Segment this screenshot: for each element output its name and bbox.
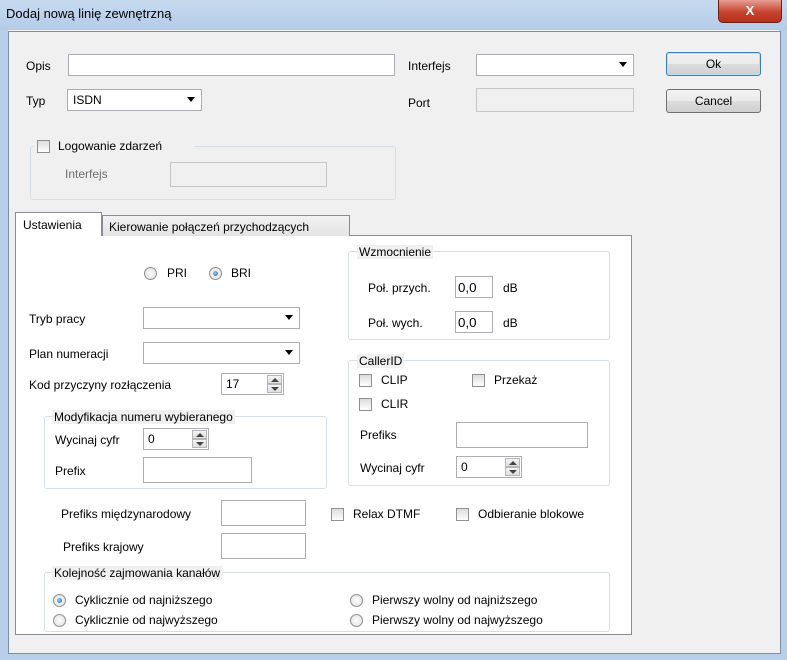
chevron-down-icon: [619, 62, 627, 67]
cid-wycinaj-value: 0: [461, 460, 468, 474]
order-cyclic-low-radio[interactable]: [53, 594, 66, 607]
interfejs-select[interactable]: [476, 54, 634, 76]
relax-dtmf-checkbox[interactable]: [331, 508, 344, 521]
logging-checkbox[interactable]: [37, 140, 50, 153]
mod-wycinaj-label: Wycinaj cyfr: [55, 433, 120, 447]
gain-in-input[interactable]: [455, 276, 493, 298]
spin-down-icon[interactable]: [505, 467, 520, 476]
cid-wycinaj-label: Wycinaj cyfr: [360, 461, 425, 475]
cid-prefiks-label: Prefiks: [360, 428, 397, 442]
clip-label: CLIP: [381, 373, 408, 387]
pri-radio[interactable]: [144, 267, 157, 280]
kod-spinner[interactable]: 17: [221, 373, 284, 395]
tryb-select[interactable]: [143, 307, 300, 329]
typ-label: Typ: [26, 94, 46, 108]
gain-out-unit: dB: [503, 316, 518, 330]
channel-order-legend: Kolejność zajmowania kanałów: [52, 566, 223, 580]
order-first-low-radio[interactable]: [350, 594, 363, 607]
typ-value: ISDN: [73, 93, 102, 107]
nat-prefix-input[interactable]: [221, 533, 306, 559]
logging-interfejs-label: Interfejs: [65, 167, 108, 181]
przekaz-checkbox[interactable]: [472, 374, 485, 387]
clir-label: CLIR: [381, 397, 409, 411]
plan-select[interactable]: [143, 342, 300, 364]
kod-label: Kod przyczyny rozłączenia: [29, 378, 172, 392]
logging-label: Logowanie zdarzeń: [58, 139, 163, 153]
mod-wycinaj-value: 0: [148, 432, 155, 446]
mod-prefix-label: Prefix: [55, 464, 86, 478]
mod-prefix-input[interactable]: [143, 457, 252, 483]
tab-ustawienia-label: Ustawienia: [23, 218, 82, 232]
bri-label: BRI: [231, 266, 252, 280]
ok-button[interactable]: Ok: [666, 52, 761, 76]
port-label: Port: [408, 96, 431, 110]
callerid-legend: CallerID: [357, 354, 405, 368]
clip-checkbox[interactable]: [359, 374, 372, 387]
cid-wycinaj-spinner[interactable]: 0: [456, 456, 522, 478]
logging-interfejs-input[interactable]: [170, 162, 327, 187]
tryb-label: Tryb pracy: [29, 312, 86, 326]
bri-radio[interactable]: [209, 267, 222, 280]
block-receive-checkbox[interactable]: [456, 508, 469, 521]
block-receive-label: Odbieranie blokowe: [478, 507, 585, 521]
clir-checkbox[interactable]: [359, 398, 372, 411]
order-first-high-label: Pierwszy wolny od najwyższego: [372, 613, 543, 627]
chevron-down-icon: [187, 97, 195, 102]
tab-kierowanie-label: Kierowanie połączeń przychodzących: [109, 220, 310, 234]
mod-wycinaj-spinner[interactable]: 0: [143, 428, 209, 450]
spin-up-icon[interactable]: [267, 375, 282, 384]
order-first-low-label: Pierwszy wolny od najniższego: [372, 593, 538, 607]
tab-ustawienia[interactable]: Ustawienia: [15, 212, 102, 236]
przekaz-label: Przekaż: [494, 373, 538, 387]
order-first-high-radio[interactable]: [350, 614, 363, 627]
port-input[interactable]: [476, 88, 634, 112]
window-title: Dodaj nową linię zewnętrzną: [6, 6, 172, 21]
nat-prefix-label: Prefiks krajowy: [63, 540, 144, 554]
interfejs-label: Interfejs: [408, 59, 451, 73]
intl-prefix-input[interactable]: [221, 500, 306, 526]
intl-prefix-label: Prefiks międzynarodowy: [61, 507, 192, 521]
order-cyclic-high-label: Cyklicznie od najwyższego: [75, 613, 218, 627]
opis-input[interactable]: [68, 54, 395, 76]
opis-label: Opis: [26, 59, 51, 73]
typ-select[interactable]: ISDN: [67, 89, 202, 111]
gain-out-input[interactable]: [455, 311, 493, 333]
cancel-button[interactable]: Cancel: [666, 89, 761, 113]
modification-legend: Modyfikacja numeru wybieranego: [52, 410, 235, 424]
gain-in-unit: dB: [503, 281, 518, 295]
order-cyclic-low-label: Cyklicznie od najniższego: [75, 593, 213, 607]
close-button[interactable]: X: [718, 0, 782, 23]
order-cyclic-high-radio[interactable]: [53, 614, 66, 627]
gain-legend: Wzmocnienie: [357, 245, 434, 259]
pri-label: PRI: [167, 266, 188, 280]
spin-down-icon[interactable]: [192, 439, 207, 448]
cid-prefiks-input[interactable]: [456, 422, 588, 448]
chevron-down-icon: [285, 315, 293, 320]
spin-down-icon[interactable]: [267, 384, 282, 393]
spin-up-icon[interactable]: [505, 458, 520, 467]
relax-dtmf-label: Relax DTMF: [353, 507, 421, 521]
tab-kierowanie[interactable]: Kierowanie połączeń przychodzących: [102, 215, 350, 236]
spin-up-icon[interactable]: [192, 430, 207, 439]
gain-out-label: Poł. wych.: [368, 316, 423, 330]
gain-in-label: Poł. przych.: [368, 281, 431, 295]
chevron-down-icon: [285, 350, 293, 355]
window-frame-left: [0, 30, 8, 660]
kod-value: 17: [226, 377, 240, 391]
plan-label: Plan numeracji: [29, 347, 109, 361]
